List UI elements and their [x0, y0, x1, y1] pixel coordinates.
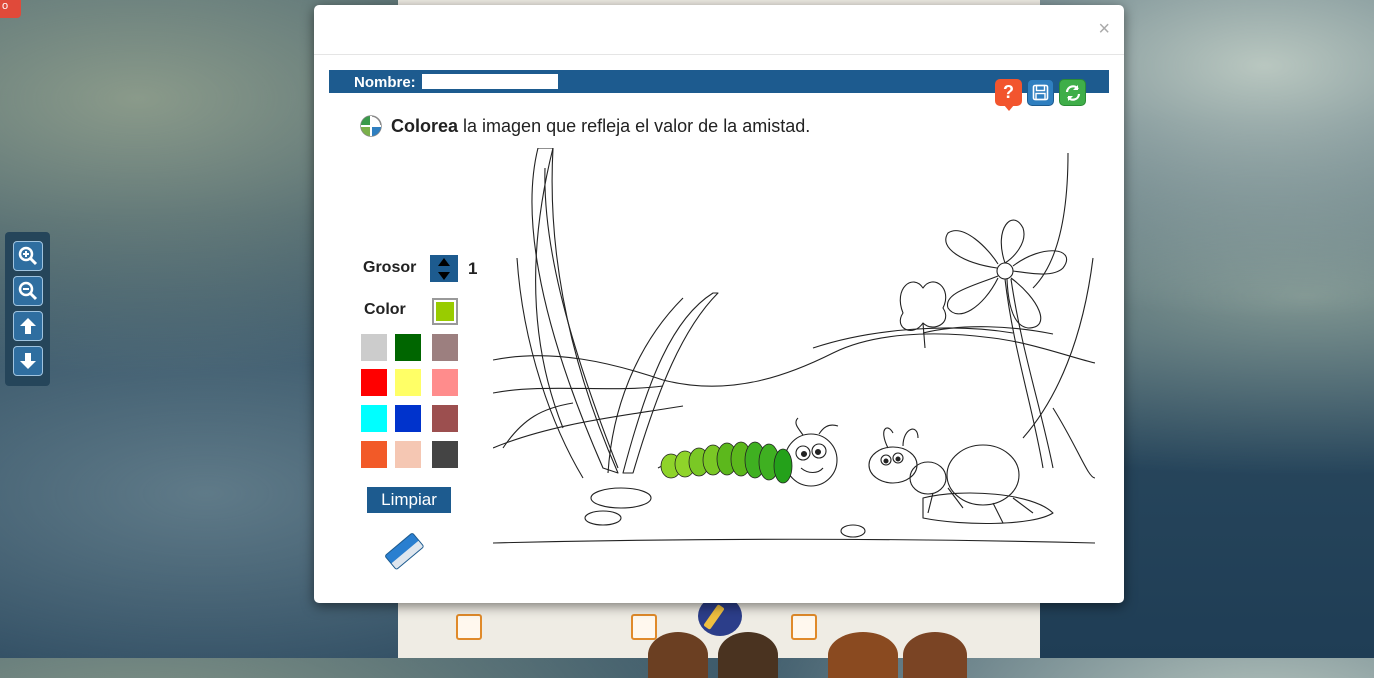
current-color-picker[interactable]: [432, 298, 458, 325]
modal-header: ×: [314, 5, 1124, 55]
eraser-icon[interactable]: [382, 528, 428, 576]
instruction-text: la imagen que refleja el valor de la ami…: [463, 115, 811, 136]
corner-badge[interactable]: o: [0, 0, 21, 18]
name-bar: Nombre:: [329, 70, 1109, 93]
triangle-up-icon: [438, 257, 450, 266]
color-label: Color: [364, 301, 406, 318]
reset-button[interactable]: [1059, 79, 1086, 106]
help-icon: ?: [1003, 82, 1014, 102]
child-illustration: [648, 632, 708, 678]
grosor-stepper: [430, 255, 458, 282]
save-icon: [1032, 84, 1049, 101]
arrow-up-icon[interactable]: [13, 311, 43, 341]
refresh-icon: [1065, 84, 1080, 101]
background-checkbox[interactable]: [456, 614, 482, 640]
arrow-down-icon[interactable]: [13, 346, 43, 376]
current-color-fill: [436, 302, 454, 321]
background-checkbox[interactable]: [631, 614, 657, 640]
child-illustration: [828, 632, 898, 678]
coloring-activity-icon: [360, 115, 382, 137]
grosor-down-button[interactable]: [430, 269, 458, 282]
grosor-value: 1: [468, 259, 478, 278]
grosor-up-button[interactable]: [430, 255, 458, 268]
help-button[interactable]: ?: [995, 79, 1022, 111]
name-label: Nombre:: [354, 74, 416, 91]
child-illustration: [903, 632, 967, 678]
save-button[interactable]: [1027, 79, 1054, 106]
color-swatch[interactable]: [361, 405, 387, 432]
color-swatch[interactable]: [361, 441, 387, 468]
clear-button[interactable]: Limpiar: [367, 487, 451, 513]
color-swatch[interactable]: [432, 369, 458, 396]
instruction-bold: Colorea: [391, 115, 459, 136]
color-swatch[interactable]: [395, 441, 421, 468]
zoom-in-icon[interactable]: [13, 241, 43, 271]
coloring-modal: × Nombre: ? Colorea la imagen que reflej…: [314, 5, 1124, 603]
triangle-down-icon: [438, 271, 450, 280]
color-swatch[interactable]: [432, 405, 458, 432]
child-illustration: [718, 632, 778, 678]
color-swatch[interactable]: [395, 334, 421, 361]
coloring-canvas[interactable]: [493, 148, 1095, 545]
color-swatch[interactable]: [361, 334, 387, 361]
name-input[interactable]: [422, 74, 558, 89]
color-swatch[interactable]: [361, 369, 387, 396]
grosor-label: Grosor: [363, 259, 417, 276]
color-swatch[interactable]: [432, 334, 458, 361]
background-checkbox[interactable]: [791, 614, 817, 640]
zoom-out-icon[interactable]: [13, 276, 43, 306]
color-swatch[interactable]: [395, 369, 421, 396]
color-swatch[interactable]: [395, 405, 421, 432]
zoom-toolbar: [5, 232, 50, 386]
close-button[interactable]: ×: [1098, 19, 1110, 39]
instruction: Colorea la imagen que refleja el valor d…: [360, 115, 810, 137]
color-swatch[interactable]: [432, 441, 458, 468]
